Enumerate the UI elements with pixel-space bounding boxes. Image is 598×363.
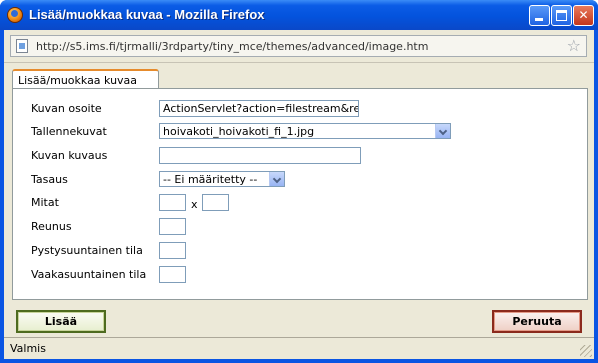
page-icon xyxy=(16,39,28,53)
window-content: http://s5.ims.fi/tjrmalli/3rdparty/tiny_… xyxy=(4,30,594,359)
star-icon[interactable]: ☆ xyxy=(567,37,581,55)
alignment-select[interactable]: -- Ei määritetty -- xyxy=(159,171,285,187)
firefox-icon xyxy=(7,7,23,23)
close-icon: ✕ xyxy=(578,8,589,22)
image-url-label: Kuvan osoite xyxy=(31,102,102,115)
status-bar: Valmis xyxy=(4,337,594,359)
saved-images-label: Tallennekuvat xyxy=(31,125,107,138)
cancel-button[interactable]: Peruuta xyxy=(492,310,582,333)
saved-images-select[interactable]: hoivakoti_hoivakoti_fi_1.jpg xyxy=(159,123,451,139)
alignment-dropdown-button[interactable] xyxy=(269,172,284,186)
vspace-label: Pystysuuntainen tila xyxy=(31,244,143,257)
dimensions-separator: x xyxy=(191,198,198,211)
title-bar[interactable]: Lisää/muokkaa kuvaa - Mozilla Firefox ✕ xyxy=(0,0,598,30)
tab-insert-edit-image[interactable]: Lisää/muokkaa kuvaa xyxy=(12,69,159,89)
dimensions-label: Mitat xyxy=(31,196,59,209)
resize-grip-icon[interactable] xyxy=(580,345,592,357)
alignment-label: Tasaus xyxy=(31,173,68,186)
vspace-input[interactable] xyxy=(159,242,186,259)
description-label: Kuvan kuvaus xyxy=(31,149,108,162)
hspace-input[interactable] xyxy=(159,266,186,283)
hspace-label: Vaakasuuntainen tila xyxy=(31,268,147,281)
minimize-icon xyxy=(535,18,543,21)
browser-window: Lisää/muokkaa kuvaa - Mozilla Firefox ✕ … xyxy=(0,0,598,363)
maximize-icon xyxy=(556,10,567,21)
image-url-input[interactable]: ActionServlet?action=filestream&req xyxy=(159,100,359,117)
alignment-value: -- Ei määritetty -- xyxy=(163,173,258,186)
address-bar: http://s5.ims.fi/tjrmalli/3rdparty/tiny_… xyxy=(4,30,594,63)
insert-button[interactable]: Lisää xyxy=(16,310,106,333)
width-input[interactable] xyxy=(159,194,186,211)
url-text: http://s5.ims.fi/tjrmalli/3rdparty/tiny_… xyxy=(36,40,429,53)
tab-strip: Lisää/muokkaa kuvaa xyxy=(12,69,588,89)
chevron-down-icon xyxy=(272,174,282,184)
status-text: Valmis xyxy=(10,342,46,355)
url-field[interactable]: http://s5.ims.fi/tjrmalli/3rdparty/tiny_… xyxy=(10,35,587,57)
saved-images-dropdown-button[interactable] xyxy=(435,124,450,138)
close-button[interactable]: ✕ xyxy=(573,5,594,26)
description-input[interactable] xyxy=(159,147,361,164)
height-input[interactable] xyxy=(202,194,229,211)
window-title: Lisää/muokkaa kuvaa - Mozilla Firefox xyxy=(29,7,265,22)
border-label: Reunus xyxy=(31,220,72,233)
minimize-button[interactable] xyxy=(529,5,550,26)
saved-images-value: hoivakoti_hoivakoti_fi_1.jpg xyxy=(163,125,315,138)
general-panel: Kuvan osoite ActionServlet?action=filest… xyxy=(12,88,588,300)
maximize-button[interactable] xyxy=(551,5,572,26)
chevron-down-icon xyxy=(438,126,448,136)
border-input[interactable] xyxy=(159,218,186,235)
